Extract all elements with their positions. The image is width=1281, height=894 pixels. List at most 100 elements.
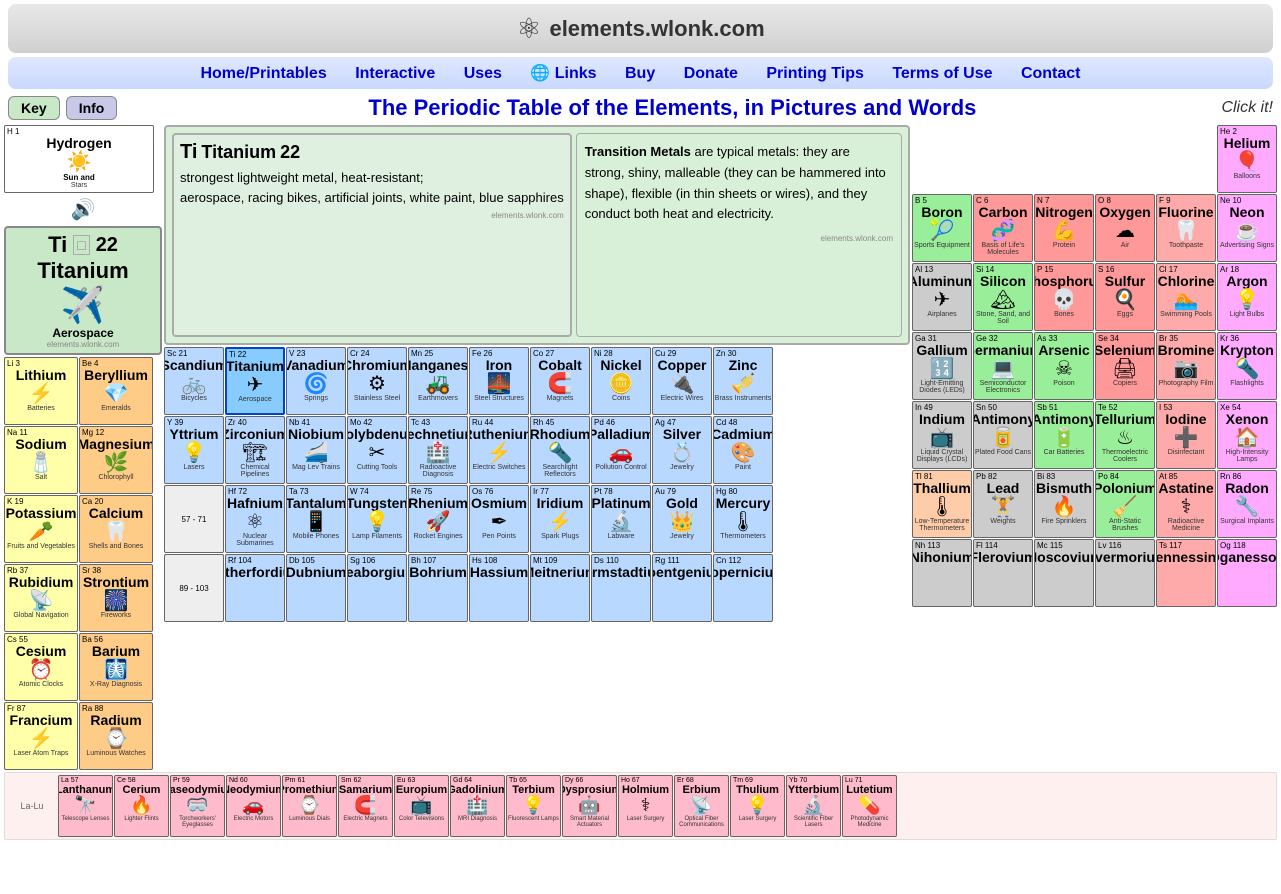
element-ts[interactable]: Ts 117 Tennessine [1156,539,1216,607]
element-actinides-placeholder[interactable]: 89 - 103 [164,554,224,622]
element-rb[interactable]: Rb 37 Rubidium 📡 Global Navigation [4,564,78,632]
element-zr[interactable]: Zr 40 Zirconium 🏗 Chemical Pipelines [225,416,285,484]
element-nd[interactable]: Nd 60 Neodymium 🚗 Electric Motors [226,775,281,837]
element-hydrogen[interactable]: H 1 Hydrogen ☀️ Sun and Stars [4,125,154,193]
element-pb[interactable]: Pb 82 Lead 🏋 Weights [973,470,1033,538]
element-mc[interactable]: Mc 115 Moscovium [1034,539,1094,607]
element-hs[interactable]: Hs 108 Hassium [469,554,529,622]
element-pr[interactable]: Pr 59 Praseodymium 🥽 Torchworkers' Eyegl… [170,775,225,837]
element-xe[interactable]: Xe 54 Xenon 🏠 High-Intensity Lamps [1217,401,1277,469]
element-la[interactable]: La 57 Lanthanum 🔭 Telescope Lenses [58,775,113,837]
element-og[interactable]: Og 118 Oganesson [1217,539,1277,607]
element-nb[interactable]: Nb 41 Niobium 🚄 Mag Lev Trains [286,416,346,484]
element-re[interactable]: Re 75 Rhenium 🚀 Rocket Engines [408,485,468,553]
element-sc[interactable]: Sc 21 Scandium 🚲 Bicycles [164,347,224,415]
key-button[interactable]: Key [8,96,60,120]
element-au[interactable]: Au 79 Gold 👑 Jewelry [652,485,712,553]
element-b[interactable]: B 5 Boron 🎾 Sports Equipment [912,194,972,262]
element-lanthanides-placeholder[interactable]: 57 - 71 [164,485,224,553]
ti-card[interactable]: Ti □ 22 Titanium ✈️ Aerospace elements.w… [4,226,162,355]
element-na[interactable]: Na 11 Sodium 🧂 Salt [4,426,78,494]
element-sg[interactable]: Sg 106 Seaborgium [347,554,407,622]
element-yb[interactable]: Yb 70 Ytterbium 🔬 Scientific Fiber Laser… [786,775,841,837]
element-ne[interactable]: Ne 10 Neon ☕ Advertising Signs [1217,194,1277,262]
element-tc[interactable]: Tc 43 Technetium 🏥 Radioactive Diagnosis [408,416,468,484]
element-mo[interactable]: Mo 42 Molybdenum ✂ Cutting Tools [347,416,407,484]
element-nh[interactable]: Nh 113 Nihonium [912,539,972,607]
element-ho[interactable]: Ho 67 Holmium ⚕ Laser Surgery [618,775,673,837]
element-ca[interactable]: Ca 20 Calcium 🦷 Shells and Bones [79,495,153,563]
element-i[interactable]: I 53 Iodine ➕ Disinfectant [1156,401,1216,469]
element-gd[interactable]: Gd 64 Gadolinium 🏥 MRI Diagnosis [450,775,505,837]
element-eu[interactable]: Eu 63 Europium 📺 Color Televisions [394,775,449,837]
speaker-icon[interactable]: 🔊 [4,197,162,222]
nav-terms[interactable]: Terms of Use [892,65,992,82]
element-cr[interactable]: Cr 24 Chromium ⚙ Stainless Steel [347,347,407,415]
nav-links[interactable]: 🌐 Links [530,65,596,82]
nav-contact[interactable]: Contact [1021,65,1081,82]
element-ds[interactable]: Ds 110 Darmstadtium [591,554,651,622]
element-sb[interactable]: Sb 51 Antimony 🔋 Car Batteries [1034,401,1094,469]
element-w[interactable]: W 74 Tungsten 💡 Lamp Filaments [347,485,407,553]
element-mg[interactable]: Mg 12 Magnesium 🌿 Chlorophyll [79,426,153,494]
element-co[interactable]: Co 27 Cobalt 🧲 Magnets [530,347,590,415]
element-er[interactable]: Er 68 Erbium 📡 Optical Fiber Communicati… [674,775,729,837]
element-rh[interactable]: Rh 45 Rhodium 🔦 Searchlight Reflectors [530,416,590,484]
element-cs[interactable]: Cs 55 Cesium ⏰ Atomic Clocks [4,633,78,701]
element-pm[interactable]: Pm 61 Promethium ⌚ Luminous Dials [282,775,337,837]
element-br[interactable]: Br 35 Bromine 📷 Photography Film [1156,332,1216,400]
element-sm[interactable]: Sm 62 Samarium 🧲 Electric Magnets [338,775,393,837]
element-ni[interactable]: Ni 28 Nickel 🪙 Coins [591,347,651,415]
nav-buy[interactable]: Buy [625,65,655,82]
element-tm[interactable]: Tm 69 Thulium 💡 Laser Surgery [730,775,785,837]
element-tb[interactable]: Tb 65 Terbium 💡 Fluorescent Lamps [506,775,561,837]
element-bi[interactable]: Bi 83 Bismuth 🔥 Fire Sprinklers [1034,470,1094,538]
element-ag[interactable]: Ag 47 Silver 💍 Jewelry [652,416,712,484]
element-ba[interactable]: Ba 56 Barium 🩻 X-Ray Diagnosis [79,633,153,701]
element-hf[interactable]: Hf 72 Hafnium ⚛ Nuclear Submarines [225,485,285,553]
nav-uses[interactable]: Uses [464,65,502,82]
element-mt[interactable]: Mt 109 Meitnerium [530,554,590,622]
element-al[interactable]: Al 13 Aluminum ✈ Airplanes [912,263,972,331]
element-p[interactable]: P 15 Phosphorus 💀 Bones [1034,263,1094,331]
element-lu[interactable]: Lu 71 Lutetium 💊 Photodynamic Medicine [842,775,897,837]
element-rg[interactable]: Rg 111 Roentgenium [652,554,712,622]
element-zn[interactable]: Zn 30 Zinc 🎺 Brass Instruments [713,347,773,415]
element-bh[interactable]: Bh 107 Bohrium [408,554,468,622]
element-as[interactable]: As 33 Arsenic ☠ Poison [1034,332,1094,400]
element-hg[interactable]: Hg 80 Mercury 🌡 Thermometers [713,485,773,553]
element-y[interactable]: Y 39 Yttrium 💡 Lasers [164,416,224,484]
element-lv[interactable]: Lv 116 Livermorium [1095,539,1155,607]
element-ga[interactable]: Ga 31 Gallium 🔢 Light-Emitting Diodes (L… [912,332,972,400]
nav-donate[interactable]: Donate [684,65,738,82]
element-ar[interactable]: Ar 18 Argon 💡 Light Bulbs [1217,263,1277,331]
element-at[interactable]: At 85 Astatine ⚕ Radioactive Medicine [1156,470,1216,538]
element-ra[interactable]: Ra 88 Radium ⌚ Luminous Watches [79,702,153,770]
element-he[interactable]: He 2 Helium 🎈 Balloons [1217,125,1277,193]
info-button[interactable]: Info [66,96,118,120]
element-ti2[interactable]: Ti 22 Titanium ✈ Aerospace [225,347,285,415]
element-k[interactable]: K 19 Potassium 🥕 Fruits and Vegetables [4,495,78,563]
element-po[interactable]: Po 84 Polonium 🧹 Anti-Static Brushes [1095,470,1155,538]
element-ru[interactable]: Ru 44 Ruthenium ⚡ Electric Switches [469,416,529,484]
element-ge[interactable]: Ge 32 Germanium 💻 Semiconductor Electron… [973,332,1033,400]
element-ce[interactable]: Ce 58 Cerium 🔥 Lighter Flints [114,775,169,837]
element-sr[interactable]: Sr 38 Strontium 🎆 Fireworks [79,564,153,632]
element-c[interactable]: C 6 Carbon 🧬 Basis of Life's Molecules [973,194,1033,262]
element-rf[interactable]: Rf 104 Rutherfordium [225,554,285,622]
element-se[interactable]: Se 34 Selenium 🖨 Copiers [1095,332,1155,400]
element-kr[interactable]: Kr 36 Krypton 🔦 Flashlights [1217,332,1277,400]
element-v[interactable]: V 23 Vanadium 🌀 Springs [286,347,346,415]
element-cu[interactable]: Cu 29 Copper 🔌 Electric Wires [652,347,712,415]
element-te[interactable]: Te 52 Tellurium ♨ Thermoelectric Coolers [1095,401,1155,469]
element-si[interactable]: Si 14 Silicon 🏔 Stone, Sand, and Soil [973,263,1033,331]
element-mn[interactable]: Mn 25 Manganese 🚜 Earthmovers [408,347,468,415]
element-pt[interactable]: Pt 78 Platinum 🔬 Labware [591,485,651,553]
element-sn[interactable]: Sn 50 Antimony 🥫 Plated Food Cans [973,401,1033,469]
element-os[interactable]: Os 76 Osmium ✒ Pen Points [469,485,529,553]
element-rn[interactable]: Rn 86 Radon 🔧 Surgical Implants [1217,470,1277,538]
element-dy[interactable]: Dy 66 Dysprosium 🤖 Smart Material Actuat… [562,775,617,837]
element-fe[interactable]: Fe 26 Iron 🌉 Steel Structures [469,347,529,415]
element-db[interactable]: Db 105 Dubnium [286,554,346,622]
element-li[interactable]: Li 3 Lithium ⚡ Batteries [4,357,78,425]
